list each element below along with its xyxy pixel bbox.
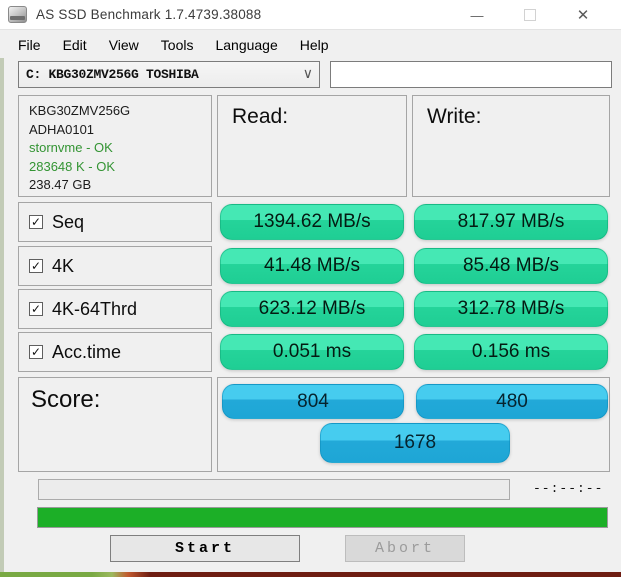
4k-checkbox[interactable]: ✓ — [29, 259, 43, 273]
score-label-cell: Score: — [18, 377, 212, 472]
title-bar: AS SSD Benchmark 1.7.4739.38088 — ✕ — [0, 0, 621, 30]
drive-firmware: ADHA0101 — [29, 121, 211, 140]
menu-file[interactable]: File — [7, 30, 52, 59]
menu-edit[interactable]: Edit — [52, 30, 98, 59]
menu-tools[interactable]: Tools — [150, 30, 205, 59]
check-icon: ✓ — [31, 216, 41, 228]
overall-progress-bar — [37, 507, 608, 528]
write-score-pill: 480 — [416, 384, 608, 419]
write-column-panel: Write: — [412, 95, 610, 197]
secondary-input-box[interactable] — [330, 61, 612, 88]
driver-status: stornvme - OK — [29, 139, 211, 158]
read-score-pill: 804 — [222, 384, 404, 419]
4k-write-value: 85.48 MB/s — [414, 248, 608, 284]
acctime-write-value: 0.156 ms — [414, 334, 608, 370]
test-row-seq: ✓ Seq — [18, 202, 212, 242]
write-column-header: Write: — [413, 96, 609, 129]
read-column-panel: Read: — [217, 95, 407, 197]
test-row-acctime: ✓ Acc.time — [18, 332, 212, 372]
seq-write-value: 817.97 MB/s — [414, 204, 608, 240]
total-score-pill: 1678 — [320, 423, 510, 463]
window-title: AS SSD Benchmark 1.7.4739.38088 — [36, 7, 261, 22]
maximize-icon — [524, 9, 536, 21]
read-column-header: Read: — [218, 96, 406, 129]
seq-label: Seq — [52, 212, 84, 233]
acctime-label: Acc.time — [52, 342, 121, 363]
4k64thrd-checkbox[interactable]: ✓ — [29, 302, 43, 316]
close-icon: ✕ — [577, 6, 590, 24]
app-drive-icon — [8, 6, 27, 23]
minimize-icon: — — [471, 8, 484, 23]
menu-language[interactable]: Language — [204, 30, 288, 59]
menu-view[interactable]: View — [98, 30, 150, 59]
4k64thrd-read-value: 623.12 MB/s — [220, 291, 404, 327]
test-row-4k: ✓ 4K — [18, 246, 212, 286]
4k64thrd-write-value: 312.78 MB/s — [414, 291, 608, 327]
check-icon: ✓ — [31, 303, 41, 315]
menu-help[interactable]: Help — [289, 30, 340, 59]
check-icon: ✓ — [31, 260, 41, 272]
maximize-button[interactable] — [508, 0, 552, 30]
abort-button[interactable]: Abort — [345, 535, 465, 562]
acctime-checkbox[interactable]: ✓ — [29, 345, 43, 359]
desktop-left-edge — [0, 58, 4, 573]
as-ssd-benchmark-window: AS SSD Benchmark 1.7.4739.38088 — ✕ File… — [0, 0, 621, 577]
drive-info-panel: KBG30ZMV256G ADHA0101 stornvme - OK 2836… — [18, 95, 212, 197]
benchmark-progress-bar — [38, 479, 510, 500]
selected-drive-label: C: KBG30ZMV256G TOSHIBA — [19, 67, 199, 82]
drive-model: KBG30ZMV256G — [29, 102, 211, 121]
start-button[interactable]: Start — [110, 535, 300, 562]
chevron-down-icon: ∨ — [303, 65, 313, 82]
score-label: Score: — [31, 386, 100, 413]
check-icon: ✓ — [31, 346, 41, 358]
4k-read-value: 41.48 MB/s — [220, 248, 404, 284]
4k64thrd-label: 4K-64Thrd — [52, 299, 137, 320]
time-remaining: --:--:-- — [533, 481, 613, 496]
test-row-4k64thrd: ✓ 4K-64Thrd — [18, 289, 212, 329]
close-button[interactable]: ✕ — [561, 0, 605, 30]
acctime-read-value: 0.051 ms — [220, 334, 404, 370]
desktop-bottom-edge — [0, 572, 621, 577]
seq-checkbox[interactable]: ✓ — [29, 215, 43, 229]
minimize-button[interactable]: — — [455, 0, 499, 30]
drive-capacity: 238.47 GB — [29, 176, 211, 195]
alignment-status: 283648 K - OK — [29, 158, 211, 177]
menu-bar: File Edit View Tools Language Help — [0, 30, 621, 59]
4k-label: 4K — [52, 256, 74, 277]
drive-select-dropdown[interactable]: C: KBG30ZMV256G TOSHIBA ∨ — [18, 61, 320, 88]
seq-read-value: 1394.62 MB/s — [220, 204, 404, 240]
